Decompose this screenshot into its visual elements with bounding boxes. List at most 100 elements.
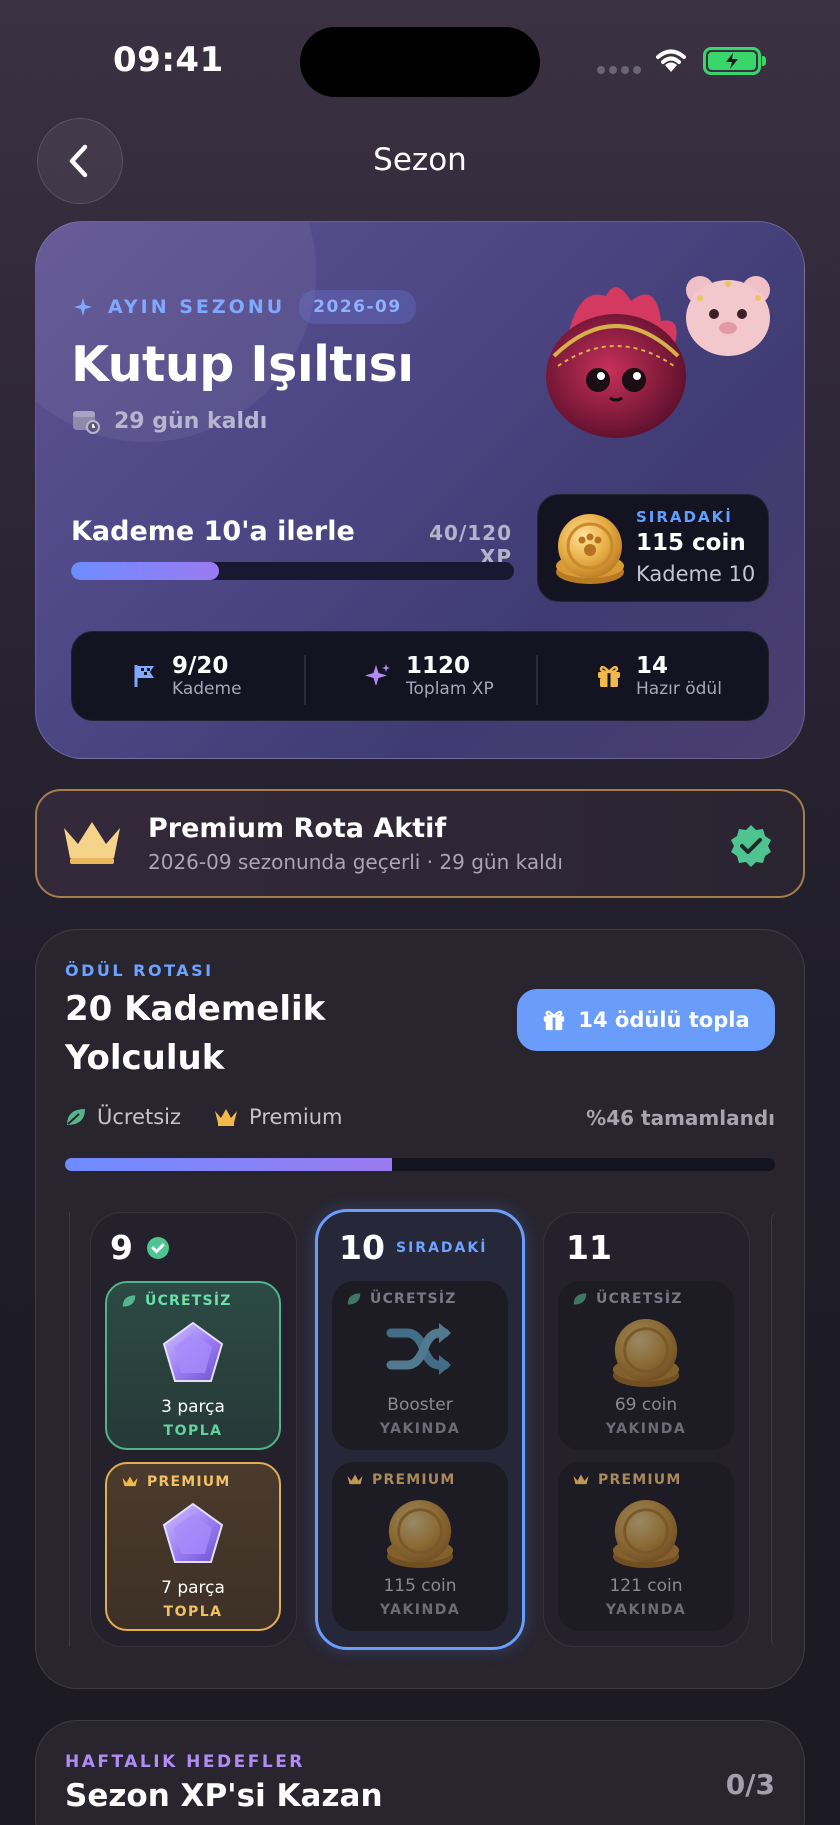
free-reward-card[interactable]: ÜCRETSİZ 3 parça TOPLA (105, 1281, 281, 1450)
season-stats: 9/20 Kademe 1120 Toplam XP 14 Hazır ödül (71, 631, 769, 721)
season-title: Kutup Işıltısı (71, 336, 414, 393)
reward-head: PREMIUM (346, 1472, 455, 1488)
wifi-icon (652, 44, 690, 78)
sparkle-small-icon (74, 298, 92, 316)
season-date-pill: 2026-09 (299, 290, 416, 324)
next-reward-tier: Kademe 10 (636, 562, 756, 586)
tier-column-next-edge (771, 1212, 779, 1647)
page-title: Sezon (373, 142, 467, 178)
crown-small-icon (347, 1474, 363, 1485)
reward-name: 3 parça (161, 1397, 225, 1417)
reward-action: YAKINDA (605, 1421, 687, 1437)
tier-number: 11 (566, 1228, 612, 1267)
tier-next-tag: SIRADAKİ (396, 1240, 488, 1256)
route-tag: ÖDÜL ROTASI (65, 961, 214, 980)
stat-tier: 9/20 Kademe (72, 653, 304, 699)
next-reward-amount: 115 coin (636, 530, 746, 556)
premium-reward-card[interactable]: PREMIUM 115 coin YAKINDA (332, 1462, 508, 1631)
weekly-count: 0/3 (725, 1768, 775, 1801)
calendar-clock-icon (73, 411, 100, 434)
stat-xp-value: 1120 (406, 653, 471, 679)
cellular-signal-icon (597, 66, 641, 74)
tier-number: 9 (110, 1228, 133, 1267)
premium-subtitle: 2026-09 sezonunda geçerli · 29 gün kaldı (148, 850, 563, 874)
collect-rewards-label: 14 ödülü topla (578, 1008, 750, 1032)
completion-text: %46 tamamlandı (586, 1106, 775, 1130)
leaf-icon (573, 1293, 587, 1305)
tier-number: 10 (339, 1228, 385, 1267)
stat-ready-value: 14 (636, 653, 669, 679)
free-reward-card[interactable]: ÜCRETSİZ Booster YAKINDA (332, 1281, 508, 1450)
days-left: 29 gün kaldı (72, 408, 267, 434)
route-progress-fill (65, 1158, 392, 1171)
stat-tier-label: Kademe (172, 679, 242, 699)
reward-action: YAKINDA (605, 1602, 687, 1618)
route-title: 20 Kademelik Yolculuk (65, 989, 326, 1078)
premium-title: Premium Rota Aktif (148, 813, 447, 844)
flag-icon (134, 665, 154, 687)
reward-type: PREMIUM (598, 1472, 682, 1488)
coin-stack-icon (558, 1498, 734, 1570)
reward-name: 69 coin (614, 1395, 678, 1415)
premium-reward-card[interactable]: PREMIUM 121 coin YAKINDA (558, 1462, 734, 1631)
coin-stack-icon (552, 512, 628, 590)
tier-progress-bar (71, 562, 514, 580)
tier-progress-fill (71, 562, 219, 580)
battery-icon (703, 47, 761, 75)
route-progress-bar (65, 1158, 775, 1171)
reward-type: ÜCRETSİZ (145, 1293, 232, 1309)
gift-icon (544, 1010, 565, 1031)
reward-name: 115 coin (383, 1576, 457, 1596)
coin-stack-icon (558, 1317, 734, 1389)
completed-check-icon (146, 1236, 170, 1264)
legend-premium: Premium (249, 1105, 343, 1129)
reward-head: ÜCRETSİZ (121, 1293, 232, 1309)
sparkle-icon (365, 664, 390, 686)
status-time: 09:41 (113, 40, 224, 80)
coin-stack-icon (332, 1498, 508, 1570)
crown-small-icon (573, 1474, 589, 1485)
season-label-text: AYIN SEZONU (108, 296, 286, 318)
weekly-tag: HAFTALIK HEDEFLER (65, 1752, 305, 1772)
tier-column-prev-edge (66, 1212, 70, 1647)
weekly-title: Sezon XP'si Kazan (65, 1778, 383, 1814)
reward-action[interactable]: TOPLA (107, 1604, 279, 1620)
leaf-icon (347, 1293, 361, 1305)
stat-ready-label: Hazır ödül (636, 679, 722, 699)
tier-progress-label: Kademe 10'a ilerle (71, 516, 355, 547)
crown-icon (60, 818, 124, 870)
next-reward-tag: SIRADAKİ (636, 508, 733, 526)
leaf-icon (67, 1109, 85, 1125)
bear-companion-image (680, 268, 776, 362)
reward-head: PREMIUM (572, 1472, 681, 1488)
legend-free: Ücretsiz (97, 1105, 182, 1129)
crown-small-icon (122, 1476, 138, 1487)
reward-action[interactable]: TOPLA (107, 1423, 279, 1439)
verified-check-icon (728, 823, 774, 873)
free-reward-card[interactable]: ÜCRETSİZ 69 coin YAKINDA (558, 1281, 734, 1450)
dynamic-island (300, 27, 540, 97)
season-label: AYIN SEZONU 2026-09 (72, 290, 416, 324)
crown-small-icon (215, 1109, 238, 1126)
gift-icon (598, 665, 620, 687)
reward-name: 7 parça (161, 1578, 225, 1598)
reward-type: PREMIUM (147, 1474, 231, 1490)
stat-xp-label: Toplam XP (406, 679, 494, 699)
reward-type: ÜCRETSİZ (596, 1291, 683, 1307)
premium-reward-card[interactable]: PREMIUM 7 parça TOPLA (105, 1462, 281, 1631)
days-left-text: 29 gün kaldı (114, 408, 268, 434)
shuffle-booster-icon (332, 1317, 508, 1383)
collect-rewards-button[interactable]: 14 ödülü topla (517, 989, 775, 1051)
reward-head: ÜCRETSİZ (346, 1291, 457, 1307)
stat-tier-value: 9/20 (172, 653, 229, 679)
season-creature-image (536, 276, 696, 446)
stat-total-xp: 1120 Toplam XP (304, 653, 536, 705)
stat-ready-rewards: 14 Hazır ödül (536, 653, 768, 705)
reward-action: YAKINDA (379, 1421, 461, 1437)
gem-icon (107, 1500, 279, 1570)
gem-icon (107, 1319, 279, 1389)
reward-action: YAKINDA (379, 1602, 461, 1618)
route-legend: Ücretsiz Premium (65, 1105, 343, 1129)
reward-type: PREMIUM (372, 1472, 456, 1488)
reward-type: ÜCRETSİZ (370, 1291, 457, 1307)
